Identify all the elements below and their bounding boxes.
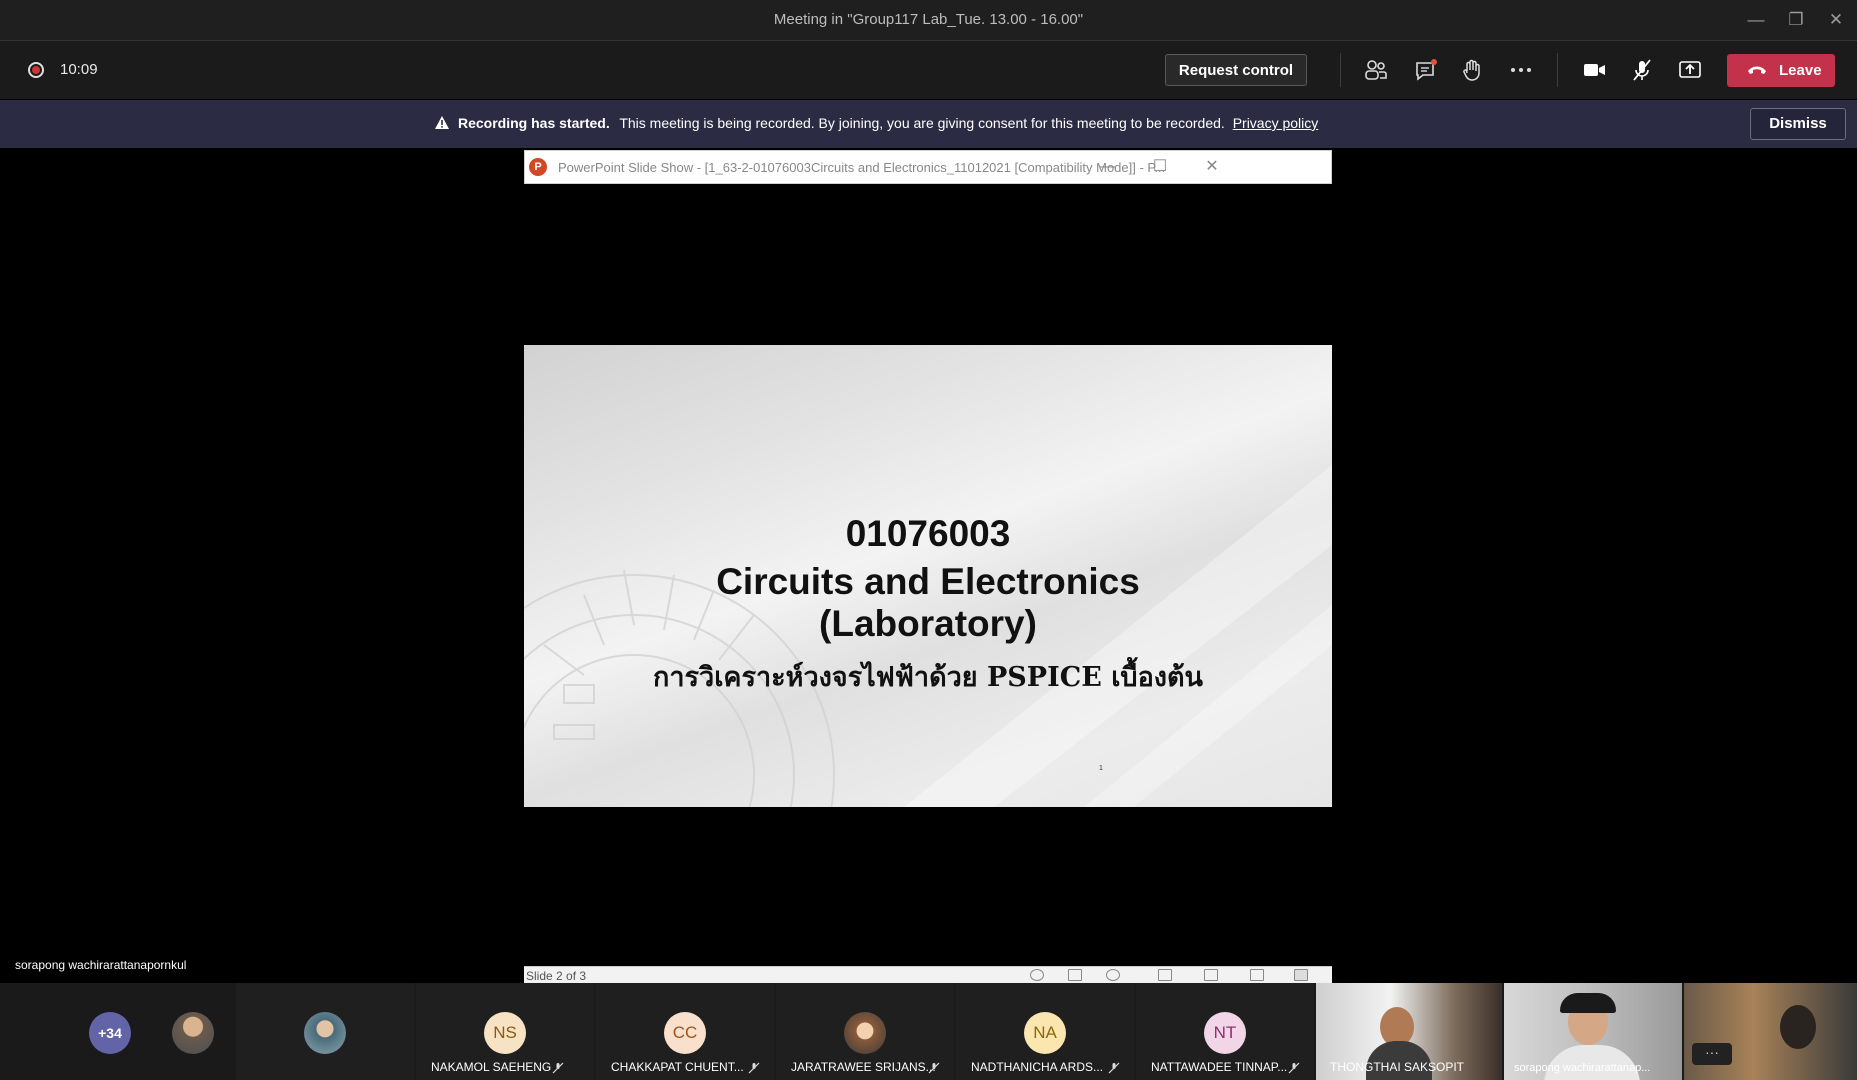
participant-tile[interactable]: NT NATTAWADEE TINNAP...: [1136, 983, 1314, 1080]
participant-avatar-photo[interactable]: [172, 1012, 214, 1054]
presenter-name: sorapong wachirarattanapornkul: [15, 958, 187, 972]
camera-icon[interactable]: [1578, 54, 1610, 86]
previous-slide-icon[interactable]: [1030, 969, 1044, 981]
close-icon[interactable]: ✕: [1816, 6, 1856, 34]
request-control-button[interactable]: Request control: [1165, 54, 1307, 86]
share-screen-icon[interactable]: [1674, 54, 1706, 86]
participant-tile[interactable]: JARATRAWEE SRIJANS...: [776, 983, 954, 1080]
toolbar-divider: [1340, 53, 1341, 87]
participant-tile[interactable]: NA NADTHANICHA ARDS...: [956, 983, 1134, 1080]
restore-icon[interactable]: ❐: [1776, 6, 1816, 34]
meeting-toolbar: 10:09 Request control Leave: [0, 41, 1857, 99]
meeting-timer: 10:09: [60, 61, 98, 78]
minimize-icon[interactable]: —: [1736, 6, 1776, 34]
participant-name: NATTAWADEE TINNAP...: [1151, 1060, 1288, 1074]
window-title-bar: Meeting in "Group117 Lab_Tue. 13.00 - 16…: [0, 0, 1857, 41]
slide-sorter-icon[interactable]: [1204, 969, 1218, 981]
participant-avatar: NA: [1024, 1012, 1066, 1054]
participant-name: NADTHANICHA ARDS...: [971, 1060, 1104, 1074]
slide-thai-subtitle: การวิเคราะห์วงจรไฟฟ้าด้วย PSPICE เบื้องต…: [653, 662, 1203, 693]
slide-course-code: 01076003: [845, 513, 1011, 554]
leave-button[interactable]: Leave: [1727, 54, 1835, 87]
recording-message: Recording has started. This meeting is b…: [458, 115, 1318, 131]
participant-name: JARATRAWEE SRIJANS...: [791, 1060, 936, 1074]
recording-consent-text: This meeting is being recorded. By joini…: [619, 115, 1225, 131]
participant-name: sorapong wachirarattanap...: [1514, 1062, 1651, 1074]
raise-hand-icon[interactable]: [1456, 54, 1488, 86]
dismiss-button[interactable]: Dismiss: [1750, 108, 1846, 140]
recording-title: Recording has started.: [458, 115, 610, 131]
powerpoint-window-title: PowerPoint Slide Show - [1_63-2-01076003…: [558, 160, 1166, 175]
more-options-icon[interactable]: [1505, 54, 1537, 86]
participant-tile[interactable]: CC CHAKKAPAT CHUENT...: [596, 983, 774, 1080]
slideshow-icon[interactable]: [1294, 969, 1308, 981]
participant-tile[interactable]: NS NAKAMOL SAEHENG: [416, 983, 594, 1080]
mic-off-icon: [552, 1062, 564, 1074]
mic-off-icon: [1108, 1062, 1120, 1074]
phone-hangup-icon: [1748, 66, 1766, 74]
participant-name: CHAKKAPAT CHUENT...: [611, 1060, 744, 1074]
participant-avatar: CC: [664, 1012, 706, 1054]
participant-name: THONGTHAI SAKSOPIT: [1330, 1060, 1465, 1074]
slide-title: Circuits and Electronics: [716, 561, 1140, 602]
mic-off-icon[interactable]: [1626, 54, 1658, 86]
leave-button-label: Leave: [1779, 62, 1822, 79]
recording-banner: Recording has started. This meeting is b…: [0, 100, 1857, 148]
normal-view-icon[interactable]: [1158, 969, 1172, 981]
mic-off-icon: [748, 1062, 760, 1074]
powerpoint-icon: P: [529, 158, 547, 176]
participant-name: NAKAMOL SAEHENG: [431, 1060, 552, 1074]
participant-avatar: NT: [1204, 1012, 1246, 1054]
ppt-maximize-icon[interactable]: ☐: [1145, 154, 1175, 180]
ppt-minimize-icon[interactable]: —: [1093, 154, 1123, 180]
participant-strip: +34 NS NAKAMOL SAEHENG CC CHAKKAPAT CHUE…: [0, 983, 1857, 1080]
participant-avatar-photo: [304, 1012, 346, 1054]
video-person: [1780, 1005, 1816, 1049]
participants-icon[interactable]: [1360, 54, 1392, 86]
slide-page-number: 1: [1099, 765, 1103, 772]
participant-tile[interactable]: [236, 983, 414, 1080]
mic-off-icon: [928, 1062, 940, 1074]
video-person-hair: [1560, 993, 1616, 1013]
participant-avatar: NS: [484, 1012, 526, 1054]
participant-avatar-photo: [844, 1012, 886, 1054]
more-participants-button[interactable]: +34: [89, 1012, 131, 1054]
reading-view-icon[interactable]: [1250, 969, 1264, 981]
mic-off-icon: [1288, 1062, 1300, 1074]
chat-icon[interactable]: [1410, 54, 1442, 86]
video-more-icon[interactable]: ···: [1692, 1043, 1732, 1065]
slide-counter: Slide 2 of 3: [526, 969, 587, 983]
menu-icon[interactable]: [1068, 969, 1082, 981]
powerpoint-status-bar: Slide 2 of 3: [524, 966, 1332, 983]
window-title: Meeting in "Group117 Lab_Tue. 13.00 - 16…: [773, 11, 1084, 28]
ppt-close-icon[interactable]: ✕: [1197, 154, 1227, 180]
presentation-slide: 01076003 Circuits and Electronics (Labor…: [524, 345, 1332, 807]
toolbar-divider: [1557, 53, 1558, 87]
slide-title-subtitle: (Laboratory): [819, 603, 1037, 644]
participant-video-tile[interactable]: THONGTHAI SAKSOPIT: [1316, 983, 1502, 1080]
privacy-policy-link[interactable]: Privacy policy: [1233, 115, 1319, 131]
powerpoint-window-titlebar: P PowerPoint Slide Show - [1_63-2-010760…: [524, 150, 1332, 184]
next-slide-icon[interactable]: [1106, 969, 1120, 981]
shared-screen: P PowerPoint Slide Show - [1_63-2-010760…: [0, 148, 1857, 983]
recording-indicator-icon: [28, 62, 44, 78]
warning-icon: [435, 116, 449, 129]
participant-video-tile[interactable]: ···: [1684, 983, 1857, 1080]
participant-video-tile[interactable]: sorapong wachirarattanap...: [1504, 983, 1682, 1080]
